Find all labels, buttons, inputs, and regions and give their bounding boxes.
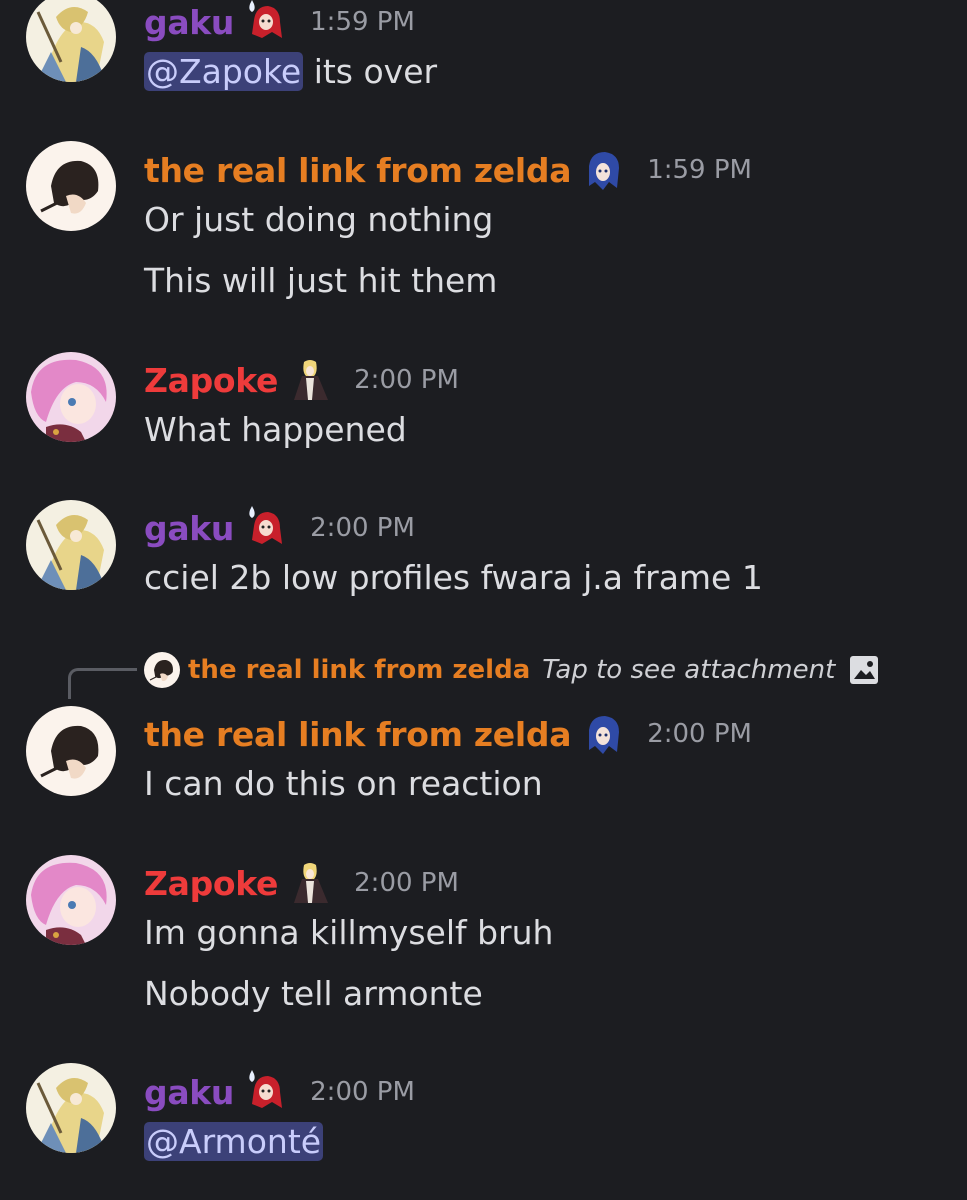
timestamp: 2:00 PM xyxy=(310,513,415,543)
message-text: cciel 2b low profiles fwara j.a frame 1 xyxy=(144,558,763,597)
timestamp: 1:59 PM xyxy=(310,7,415,37)
message-text: I can do this on reaction xyxy=(144,764,543,803)
avatar-dark-hair-icon[interactable] xyxy=(26,706,116,796)
message-header: gaku 2:00 PM xyxy=(144,1068,415,1116)
avatar-dark-hair-icon[interactable] xyxy=(26,141,116,231)
message-text: @Zapoke its over xyxy=(144,49,437,95)
image-attachment-icon xyxy=(849,655,879,685)
message-text: Or just doing nothing xyxy=(144,200,494,239)
user-mention[interactable]: @Zapoke xyxy=(144,52,304,91)
avatar-blonde-elf-icon[interactable] xyxy=(26,500,116,590)
red-hair-girl-icon xyxy=(244,1070,288,1114)
username[interactable]: the real link from zelda xyxy=(144,151,571,190)
reply-username[interactable]: the real link from zelda xyxy=(188,655,530,685)
user-mention[interactable]: @Armonté xyxy=(144,1122,324,1161)
reply-preview[interactable]: the real link from zelda Tap to see atta… xyxy=(144,648,879,692)
username[interactable]: Zapoke xyxy=(144,864,278,903)
message-header: the real link from zelda 1:59 PM xyxy=(144,146,752,194)
username[interactable]: gaku xyxy=(144,509,234,548)
message-header: gaku 2:00 PM xyxy=(144,504,415,552)
avatar-blonde-elf-icon[interactable] xyxy=(26,0,116,82)
message-text: This will just hit them xyxy=(144,261,498,300)
username[interactable]: Zapoke xyxy=(144,361,278,400)
avatar-dark-hair-icon xyxy=(144,652,180,688)
timestamp: 2:00 PM xyxy=(354,868,459,898)
avatar-blonde-elf-icon[interactable] xyxy=(26,1063,116,1153)
timestamp: 2:00 PM xyxy=(354,365,459,395)
message-text: What happened xyxy=(144,410,407,449)
timestamp: 1:59 PM xyxy=(647,155,752,185)
username[interactable]: the real link from zelda xyxy=(144,715,571,754)
red-hair-girl-icon xyxy=(244,0,288,44)
message-header: gaku 1:59 PM xyxy=(144,0,415,46)
blonde-caped-figure-icon xyxy=(288,861,332,905)
avatar-pink-hair-icon[interactable] xyxy=(26,855,116,945)
message-text: @Armonté xyxy=(144,1119,324,1165)
reply-connector xyxy=(68,668,137,699)
avatar-pink-hair-icon[interactable] xyxy=(26,352,116,442)
chat-message-list[interactable]: gaku 1:59 PM @Zapoke its over the real l… xyxy=(0,0,967,1200)
username[interactable]: gaku xyxy=(144,1073,234,1112)
blonde-caped-figure-icon xyxy=(288,358,332,402)
blue-hair-girl-icon xyxy=(581,712,625,756)
message-text: Im gonna killmyself bruh xyxy=(144,913,554,952)
reply-text[interactable]: Tap to see attachment xyxy=(542,655,835,685)
message-header: Zapoke 2:00 PM xyxy=(144,356,459,404)
timestamp: 2:00 PM xyxy=(310,1077,415,1107)
message-header: the real link from zelda 2:00 PM xyxy=(144,710,752,758)
username[interactable]: gaku xyxy=(144,3,234,42)
timestamp: 2:00 PM xyxy=(647,719,752,749)
blue-hair-girl-icon xyxy=(581,148,625,192)
message-text-content: its over xyxy=(303,52,438,91)
red-hair-girl-icon xyxy=(244,506,288,550)
message-text: Nobody tell armonte xyxy=(144,974,483,1013)
message-header: Zapoke 2:00 PM xyxy=(144,859,459,907)
